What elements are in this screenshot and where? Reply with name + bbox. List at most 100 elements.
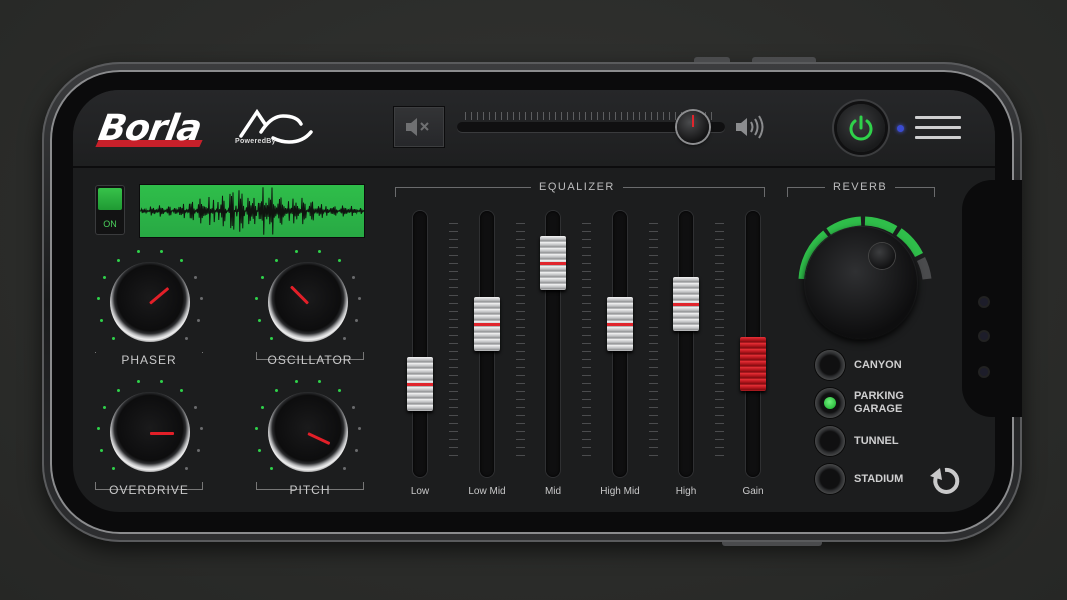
knob-scale-dot (96, 296, 100, 300)
eq-slider-handle[interactable] (474, 296, 500, 351)
camera-dot (980, 298, 988, 306)
oscillator-label: OSCILLATOR (267, 353, 353, 367)
knob-scale-dot (257, 318, 261, 322)
mute-button[interactable] (393, 106, 445, 148)
knob-scale-dot (159, 379, 163, 383)
knob-scale-dot (337, 258, 341, 262)
waveform-graphic (140, 187, 365, 235)
camera-dot (980, 368, 988, 376)
knob-scale-dot (179, 258, 183, 262)
knob-scale-dot (99, 318, 103, 322)
volume-slider-handle[interactable] (676, 111, 709, 143)
knob-scale-dot (358, 296, 362, 300)
knob-scale-dot (317, 379, 321, 383)
reset-icon[interactable] (928, 464, 962, 498)
eq-slider-handle[interactable] (607, 296, 633, 351)
power-button[interactable] (837, 104, 885, 152)
knob-scale-dot (111, 467, 115, 471)
knob-scale-dot (179, 388, 183, 392)
knob-scale-dot (275, 388, 279, 392)
reverb-option-parking-garage[interactable]: PARKING GARAGE (815, 388, 914, 418)
knob-scale-dot (194, 275, 198, 279)
oscillator-knob[interactable] (253, 247, 363, 357)
knob-scale-dot (295, 379, 299, 383)
knob-scale-dot (269, 337, 273, 341)
equalizer-title: EQUALIZER (531, 181, 623, 193)
on-indicator (98, 188, 122, 210)
app-screen: Borla PoweredBy ON PHASER OSCILLATOR OVE… (73, 90, 995, 512)
overdrive-knob[interactable] (95, 377, 205, 487)
eq-slider-track[interactable] (413, 211, 427, 477)
knob-scale-dot (159, 249, 163, 253)
knob-scale-dot (355, 448, 359, 452)
knob-scale-dot (200, 426, 204, 430)
knob-scale-dot (137, 379, 141, 383)
reverb-knob[interactable] (805, 227, 917, 339)
phone-side-button (752, 57, 816, 62)
reverb-option-tunnel[interactable]: TUNNEL (815, 426, 899, 456)
knob-scale-dot (337, 388, 341, 392)
power-icon (849, 115, 873, 141)
knob-scale-dot (117, 388, 121, 392)
knob-scale-dot (137, 249, 141, 253)
knob-scale-dot (117, 258, 121, 262)
on-label: ON (103, 219, 117, 229)
eq-band-label: Low Mid (468, 486, 506, 497)
eq-tick-marks (649, 223, 658, 463)
camera-dot (980, 332, 988, 340)
radio-button-selected[interactable] (815, 388, 845, 418)
waveform-display (140, 185, 365, 237)
reverb-option-label: TUNNEL (854, 434, 899, 447)
knob-scale-dot (343, 337, 347, 341)
knob-scale-dot (185, 337, 189, 341)
eq-slider-track[interactable] (679, 211, 693, 477)
phone-side-button (694, 57, 730, 62)
gain-slider-handle[interactable] (740, 337, 766, 392)
reverb-title: REVERB (825, 181, 896, 193)
knob-scale-dot (352, 275, 356, 279)
radio-button[interactable] (815, 464, 845, 494)
phone-notch (962, 180, 1022, 417)
reverb-option-label: STADIUM (854, 472, 904, 485)
eq-tick-marks (449, 223, 458, 463)
knob-scale-dot (185, 467, 189, 471)
eq-band-label: High Mid (600, 486, 640, 497)
hamburger-menu-icon[interactable] (915, 116, 961, 146)
knob-scale-dot (102, 405, 106, 409)
knob-scale-dot (197, 448, 201, 452)
knob-scale-dot (96, 426, 100, 430)
knob-scale-dot (295, 249, 299, 253)
reverb-option-canyon[interactable]: CANYON (815, 350, 902, 380)
radio-button[interactable] (815, 426, 845, 456)
speaker-mute-icon (406, 118, 429, 136)
phone-side-button (722, 542, 822, 546)
knob-scale-dot (260, 405, 264, 409)
overdrive-label: OVERDRIVE (109, 483, 189, 497)
powered-by-text: PoweredBy (235, 138, 276, 145)
pitch-knob[interactable] (253, 377, 363, 487)
knob-scale-dot (254, 296, 258, 300)
borla-logo: Borla (95, 108, 205, 149)
radio-button[interactable] (815, 350, 845, 380)
knob-scale-dot (99, 448, 103, 452)
eq-slider-handle[interactable] (407, 357, 433, 412)
eq-slider-handle[interactable] (673, 276, 699, 331)
eq-band-label: Low (410, 486, 430, 497)
knob-scale-dot (254, 426, 258, 430)
knob-scale-dot (358, 426, 362, 430)
knob-scale-dot (275, 258, 279, 262)
reverb-option-label: PARKING GARAGE (854, 390, 904, 415)
knob-scale-dot (197, 318, 201, 322)
power-indicator-led (897, 125, 904, 132)
phaser-knob[interactable] (95, 247, 205, 357)
knob-indicator (150, 432, 174, 435)
knob-scale-dot (355, 318, 359, 322)
knob-scale-dot (260, 275, 264, 279)
phaser-label: PHASER (95, 353, 203, 367)
eq-band-label: Gain (742, 486, 764, 497)
reverb-option-stadium[interactable]: STADIUM (815, 464, 903, 494)
eq-tick-marks (582, 223, 591, 463)
waveform-path (140, 187, 365, 235)
on-toggle-button[interactable]: ON (95, 185, 125, 235)
eq-slider-handle[interactable] (540, 236, 566, 291)
